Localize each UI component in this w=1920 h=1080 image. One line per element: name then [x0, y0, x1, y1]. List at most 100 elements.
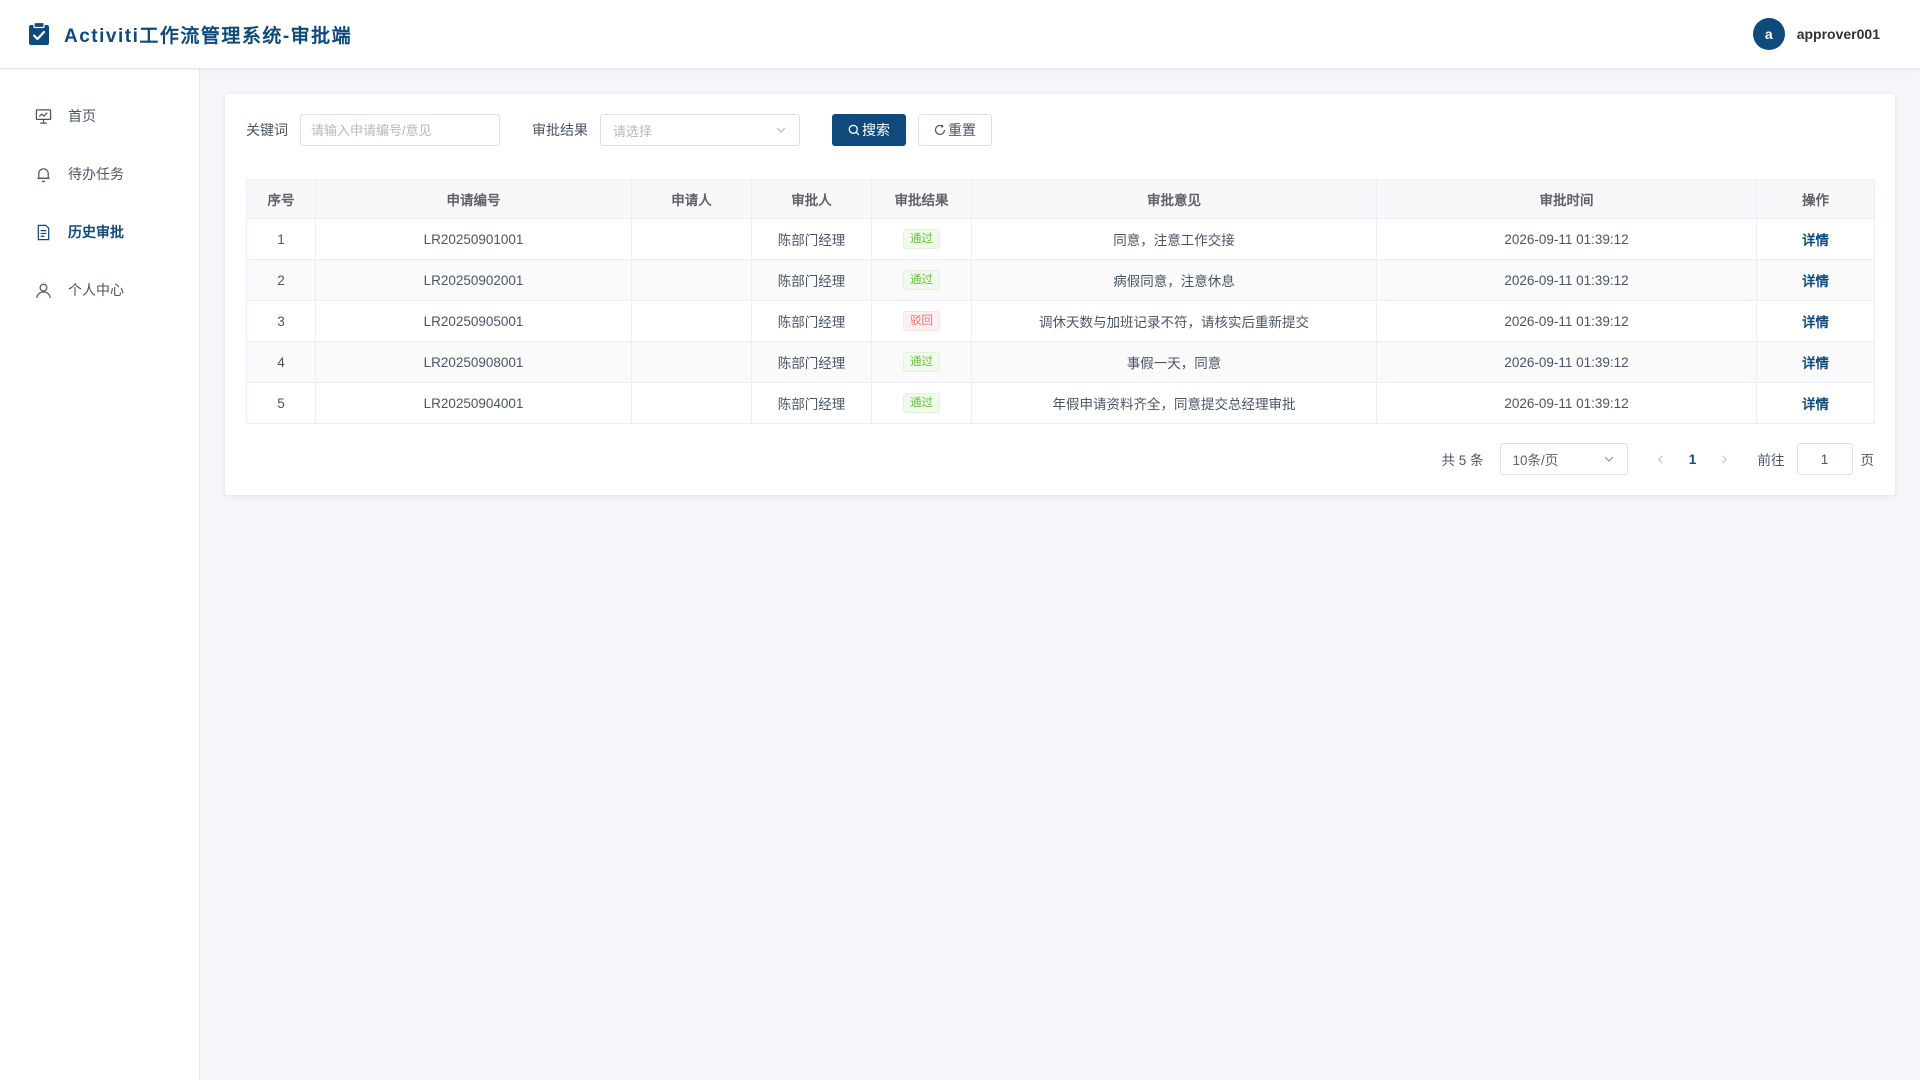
table-row: 2 LR20250902001 陈部门经理 通过 病假同意，注意休息 2026-… — [246, 259, 1875, 301]
cell-app-no: LR20250902001 — [315, 259, 632, 301]
user-menu[interactable]: a approver001 — [1752, 18, 1880, 50]
reset-button[interactable]: 重置 — [918, 114, 992, 146]
chevron-down-icon — [776, 127, 786, 133]
cell-result: 通过 — [871, 382, 972, 424]
detail-link[interactable]: 详情 — [1802, 356, 1829, 371]
bell-icon — [37, 167, 50, 182]
sidebar-item-history[interactable]: 历史审批 — [0, 203, 199, 261]
column-header: 审批结果 — [871, 179, 972, 219]
cell-action: 详情 — [1756, 259, 1875, 301]
column-header: 序号 — [246, 179, 316, 219]
cell-opinion: 事假一天，同意 — [971, 341, 1377, 383]
cell-result: 驳回 — [871, 300, 972, 342]
username[interactable]: approver001 — [1797, 26, 1880, 42]
table-row: 4 LR20250908001 陈部门经理 通过 事假一天，同意 2026-09… — [246, 341, 1875, 383]
sidebar-item-todo[interactable]: 待办任务 — [0, 145, 199, 203]
cell-result: 通过 — [871, 259, 972, 301]
search-icon — [848, 124, 860, 136]
cell-time: 2026-09-11 01:39:12 — [1376, 341, 1757, 383]
cell-opinion: 病假同意，注意休息 — [971, 259, 1377, 301]
cell-applicant — [631, 341, 752, 383]
sidebar-item-label: 历史审批 — [68, 224, 124, 240]
detail-link[interactable]: 详情 — [1802, 233, 1829, 248]
cell-action: 详情 — [1756, 382, 1875, 424]
search-button[interactable]: 搜索 — [832, 114, 906, 146]
result-label: 审批结果 — [532, 122, 588, 138]
cell-approver: 陈部门经理 — [751, 382, 872, 424]
cell-index: 5 — [246, 382, 316, 424]
cell-time: 2026-09-11 01:39:12 — [1376, 218, 1757, 260]
status-badge: 通过 — [903, 270, 940, 290]
app-title: Activiti工作流管理系统-审批端 — [64, 25, 353, 47]
goto-label: 前往 — [1757, 453, 1785, 468]
column-header: 申请编号 — [315, 179, 632, 219]
chevron-left-icon — [1657, 454, 1663, 464]
sidebar-item-profile[interactable]: 个人中心 — [0, 261, 199, 319]
keyword-label: 关键词 — [246, 122, 288, 138]
page-size-value: 10条/页 — [1512, 453, 1559, 468]
cell-action: 详情 — [1756, 218, 1875, 260]
cell-time: 2026-09-11 01:39:12 — [1376, 382, 1757, 424]
refresh-icon — [934, 124, 946, 136]
cell-approver: 陈部门经理 — [751, 259, 872, 301]
cell-index: 4 — [246, 341, 316, 383]
status-badge: 通过 — [903, 352, 940, 372]
sidebar-item-label: 待办任务 — [68, 166, 124, 182]
column-header: 审批意见 — [971, 179, 1377, 219]
history-panel: 关键词 审批结果 请选择 搜索 重置 — [225, 94, 1895, 495]
page-suffix: 页 — [1860, 453, 1875, 468]
detail-link[interactable]: 详情 — [1802, 315, 1829, 330]
table-row: 3 LR20250905001 陈部门经理 驳回 调休天数与加班记录不符，请核实… — [246, 300, 1875, 342]
search-button-label: 搜索 — [862, 122, 890, 138]
result-select[interactable]: 请选择 — [600, 114, 800, 146]
cell-app-no: LR20250904001 — [315, 382, 632, 424]
cell-action: 详情 — [1756, 341, 1875, 383]
cell-index: 1 — [246, 218, 316, 260]
chevron-right-icon — [1722, 454, 1728, 464]
sidebar-item-label: 个人中心 — [68, 282, 124, 298]
cell-applicant — [631, 300, 752, 342]
page-number-current[interactable]: 1 — [1676, 452, 1710, 467]
next-page-button[interactable] — [1710, 443, 1740, 475]
avatar[interactable]: a — [1752, 18, 1785, 50]
prev-page-button[interactable] — [1646, 443, 1676, 475]
status-badge: 通过 — [903, 229, 940, 249]
status-badge: 通过 — [903, 393, 940, 413]
detail-link[interactable]: 详情 — [1802, 274, 1829, 289]
cell-index: 2 — [246, 259, 316, 301]
cell-approver: 陈部门经理 — [751, 341, 872, 383]
cell-applicant — [631, 218, 752, 260]
page-size-select[interactable]: 10条/页 — [1499, 443, 1628, 475]
goto-page-input[interactable] — [1796, 443, 1853, 475]
cell-result: 通过 — [871, 218, 972, 260]
pagination: 共 5 条 10条/页 1 前往 页 — [1441, 443, 1874, 475]
sidebar: 首页 待办任务 历史审批 个人中心 — [0, 69, 200, 1080]
cell-opinion: 调休天数与加班记录不符，请核实后重新提交 — [971, 300, 1377, 342]
status-badge: 驳回 — [903, 311, 940, 331]
cell-app-no: LR20250908001 — [315, 341, 632, 383]
table-header-row: 序号 申请编号 申请人 审批人 审批结果 审批意见 审批时间 操作 — [246, 179, 1875, 219]
column-header: 申请人 — [631, 179, 752, 219]
cell-time: 2026-09-11 01:39:12 — [1376, 259, 1757, 301]
cell-opinion: 年假申请资料齐全，同意提交总经理审批 — [971, 382, 1377, 424]
filter-bar: 关键词 审批结果 请选择 搜索 重置 — [246, 114, 1874, 146]
result-select-placeholder: 请选择 — [613, 123, 653, 139]
total-count: 共 5 条 — [1441, 453, 1484, 468]
cell-opinion: 同意，注意工作交接 — [971, 218, 1377, 260]
user-icon — [36, 283, 51, 298]
cell-action: 详情 — [1756, 300, 1875, 342]
detail-link[interactable]: 详情 — [1802, 397, 1829, 412]
history-table: 序号 申请编号 申请人 审批人 审批结果 审批意见 审批时间 操作 1 LR20… — [246, 179, 1875, 424]
brand: Activiti工作流管理系统-审批端 — [28, 21, 352, 48]
cell-approver: 陈部门经理 — [751, 218, 872, 260]
dashboard-icon — [35, 108, 52, 124]
cell-result: 通过 — [871, 341, 972, 383]
sidebar-item-home[interactable]: 首页 — [0, 87, 199, 145]
cell-index: 3 — [246, 300, 316, 342]
document-icon — [37, 224, 50, 240]
table-row: 5 LR20250904001 陈部门经理 通过 年假申请资料齐全，同意提交总经… — [246, 382, 1875, 424]
app-header: Activiti工作流管理系统-审批端 a approver001 — [0, 0, 1920, 69]
keyword-input[interactable] — [300, 114, 500, 146]
cell-app-no: LR20250905001 — [315, 300, 632, 342]
column-header: 审批时间 — [1376, 179, 1757, 219]
